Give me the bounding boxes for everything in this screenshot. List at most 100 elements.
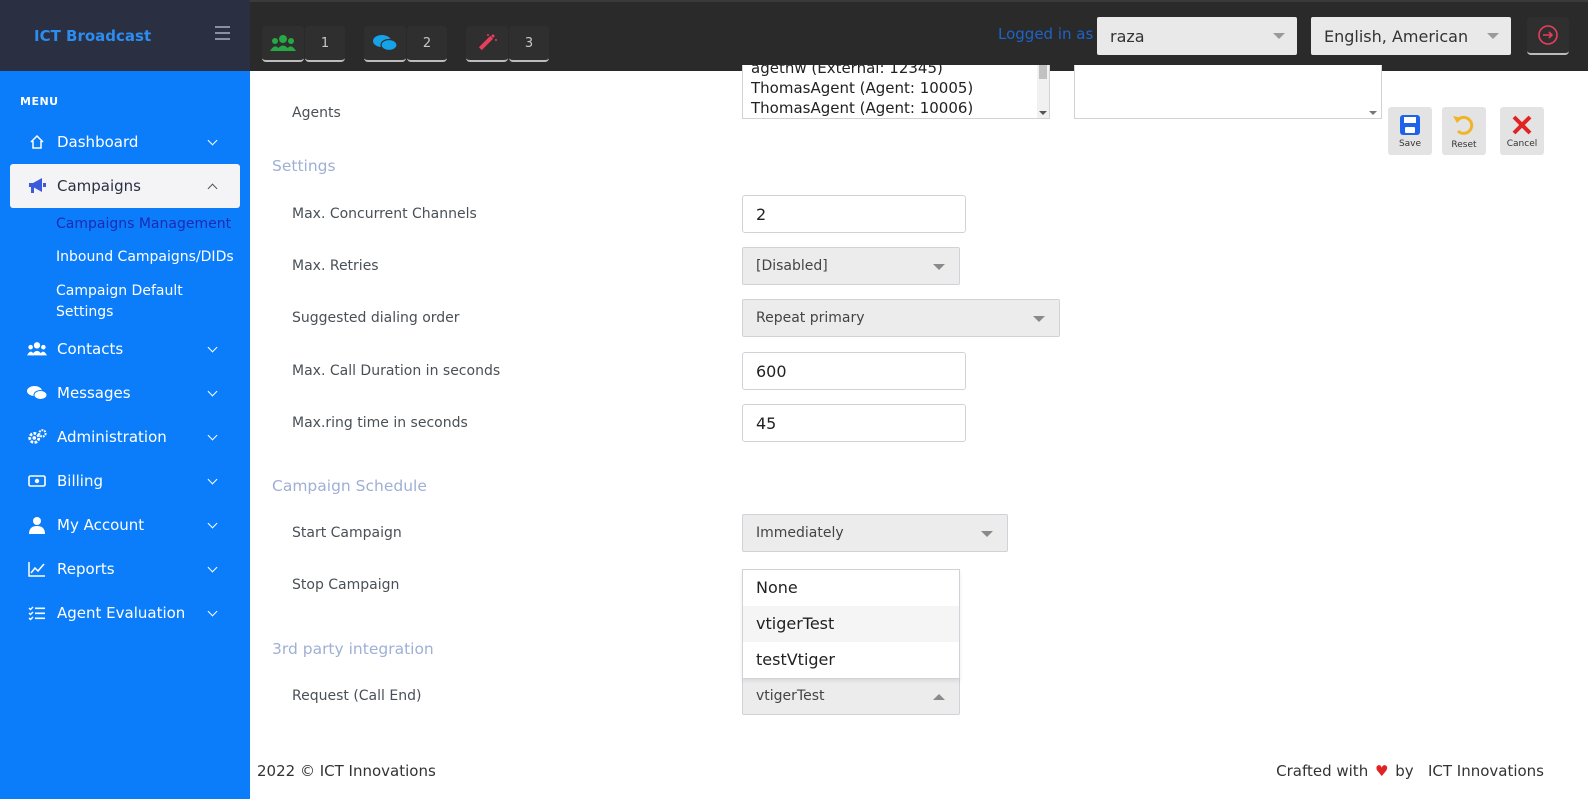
magic-count: 3 (509, 26, 549, 62)
sidebar-item-agent-evaluation[interactable]: Agent Evaluation (10, 591, 240, 635)
sidebar-item-label: My Account (57, 516, 145, 534)
dropdown-option-vtigertest[interactable]: vtigerTest (743, 606, 959, 642)
hamburger-icon[interactable] (215, 26, 230, 40)
cancel-button[interactable]: Cancel (1500, 107, 1544, 155)
sidebar: MENU Dashboard Campaigns Campaigns Manag… (0, 71, 250, 799)
chevron-down-icon (207, 562, 218, 573)
max-duration-label: Max. Call Duration in seconds (292, 363, 501, 379)
sidebar-item-label: Messages (57, 384, 131, 402)
chat-icon (27, 383, 47, 403)
cancel-label: Cancel (1506, 138, 1538, 149)
max-channels-label: Max. Concurrent Channels (292, 206, 477, 222)
chat-counter[interactable]: 2 (364, 26, 447, 64)
chevron-down-icon (933, 264, 945, 270)
logout-button[interactable] (1527, 17, 1569, 55)
close-icon (1512, 115, 1532, 134)
stop-campaign-label: Stop Campaign (292, 577, 400, 593)
sidebar-item-billing[interactable]: Billing (10, 459, 240, 503)
users-icon (262, 26, 304, 62)
sidebar-item-label: Billing (57, 472, 103, 490)
chevron-down-icon (207, 474, 218, 485)
max-retries-select[interactable]: [Disabled] (742, 247, 960, 285)
users-counter[interactable]: 1 (262, 26, 345, 64)
integration-heading: 3rd party integration (272, 640, 434, 658)
chevron-down-icon (207, 386, 218, 397)
chevron-down-icon (207, 135, 218, 146)
chevron-down-icon (1273, 33, 1285, 39)
chevron-up-icon (207, 183, 218, 194)
ring-time-input[interactable]: 45 (742, 404, 966, 442)
request-call-end-label: Request (Call End) (292, 688, 422, 704)
main-content: agethw (External: 12345) ThomasAgent (Ag… (250, 65, 1588, 799)
ring-time-label: Max.ring time in seconds (292, 415, 468, 431)
chat-count: 2 (407, 26, 447, 62)
sidebar-subitem-inbound-campaigns[interactable]: Inbound Campaigns/DIDs (56, 247, 236, 268)
dialing-order-label: Suggested dialing order (292, 310, 460, 326)
chevron-down-icon (1487, 33, 1499, 39)
start-campaign-label: Start Campaign (292, 525, 402, 541)
request-call-end-value: vtigerTest (756, 688, 825, 704)
max-channels-input[interactable]: 2 (742, 195, 966, 233)
sidebar-item-label: Dashboard (57, 133, 139, 151)
sidebar-item-campaigns[interactable]: Campaigns (10, 164, 240, 208)
dropdown-option-testvtiger[interactable]: testVtiger (743, 642, 959, 678)
schedule-heading: Campaign Schedule (272, 477, 427, 495)
sidebar-item-my-account[interactable]: My Account (10, 503, 240, 547)
footer-crafted-by: by (1395, 762, 1414, 780)
save-label: Save (1398, 138, 1422, 149)
sidebar-item-label: Reports (57, 560, 115, 578)
save-button[interactable]: Save (1388, 107, 1432, 155)
sidebar-item-label: Agent Evaluation (57, 604, 186, 622)
request-call-end-select[interactable]: vtigerTest (742, 677, 960, 715)
checklist-icon (27, 603, 47, 623)
magic-wand-icon (466, 26, 508, 62)
user-icon (27, 515, 47, 535)
chevron-down-icon (207, 342, 218, 353)
brand-name[interactable]: ICT Broadcast (34, 27, 151, 45)
undo-icon (1453, 115, 1474, 135)
brand-bar: ICT Broadcast (0, 0, 250, 71)
settings-heading: Settings (272, 157, 336, 175)
start-campaign-value: Immediately (756, 525, 844, 541)
list-item[interactable]: ThomasAgent (Agent: 10006) (743, 98, 1049, 118)
reset-button[interactable]: Reset (1442, 107, 1486, 155)
sidebar-item-reports[interactable]: Reports (10, 547, 240, 591)
gears-icon (27, 427, 47, 447)
start-campaign-select[interactable]: Immediately (742, 514, 1008, 552)
users-count: 1 (305, 26, 345, 62)
home-icon (27, 132, 47, 152)
max-duration-input[interactable]: 600 (742, 352, 966, 390)
list-item[interactable]: agethw (External: 12345) (743, 65, 1049, 78)
agents-list-scrollbar[interactable] (1037, 65, 1049, 118)
list-item[interactable]: ThomasAgent (Agent: 10005) (743, 78, 1049, 98)
heart-icon: ♥ (1374, 762, 1389, 780)
sidebar-subitem-campaign-default-settings[interactable]: Campaign Default Settings (56, 281, 206, 323)
sidebar-item-dashboard[interactable]: Dashboard (10, 120, 240, 164)
users-icon (27, 339, 47, 359)
user-select[interactable]: raza (1097, 17, 1297, 55)
chat-icon (364, 26, 406, 62)
chevron-down-icon (981, 531, 993, 537)
chevron-down-icon (207, 606, 218, 617)
sidebar-subitem-campaigns-management[interactable]: Campaigns Management (56, 214, 236, 235)
logout-icon (1538, 25, 1558, 45)
save-icon (1400, 114, 1420, 135)
request-call-end-dropdown: None vtigerTest testVtiger (742, 569, 960, 679)
footer-crafted-prefix: Crafted with (1276, 762, 1369, 780)
sidebar-item-administration[interactable]: Administration (10, 415, 240, 459)
menu-title: MENU (20, 95, 59, 108)
footer-company[interactable]: ICT Innovations (1428, 762, 1544, 780)
max-retries-value: [Disabled] (756, 258, 828, 274)
dropdown-option-none[interactable]: None (743, 570, 959, 606)
agents-list[interactable]: agethw (External: 12345) ThomasAgent (Ag… (742, 65, 1050, 119)
chevron-down-icon (207, 518, 218, 529)
selected-agents-list[interactable] (1074, 65, 1382, 119)
magic-counter[interactable]: 3 (466, 26, 549, 64)
sidebar-item-label: Campaigns (57, 177, 142, 195)
sidebar-item-messages[interactable]: Messages (10, 371, 240, 415)
sidebar-item-contacts[interactable]: Contacts (10, 327, 240, 371)
footer-copyright: 2022 © ICT Innovations (257, 762, 436, 780)
dialing-order-select[interactable]: Repeat primary (742, 299, 1060, 337)
language-select[interactable]: English, American (1311, 17, 1511, 55)
agents-label: Agents (292, 105, 341, 121)
